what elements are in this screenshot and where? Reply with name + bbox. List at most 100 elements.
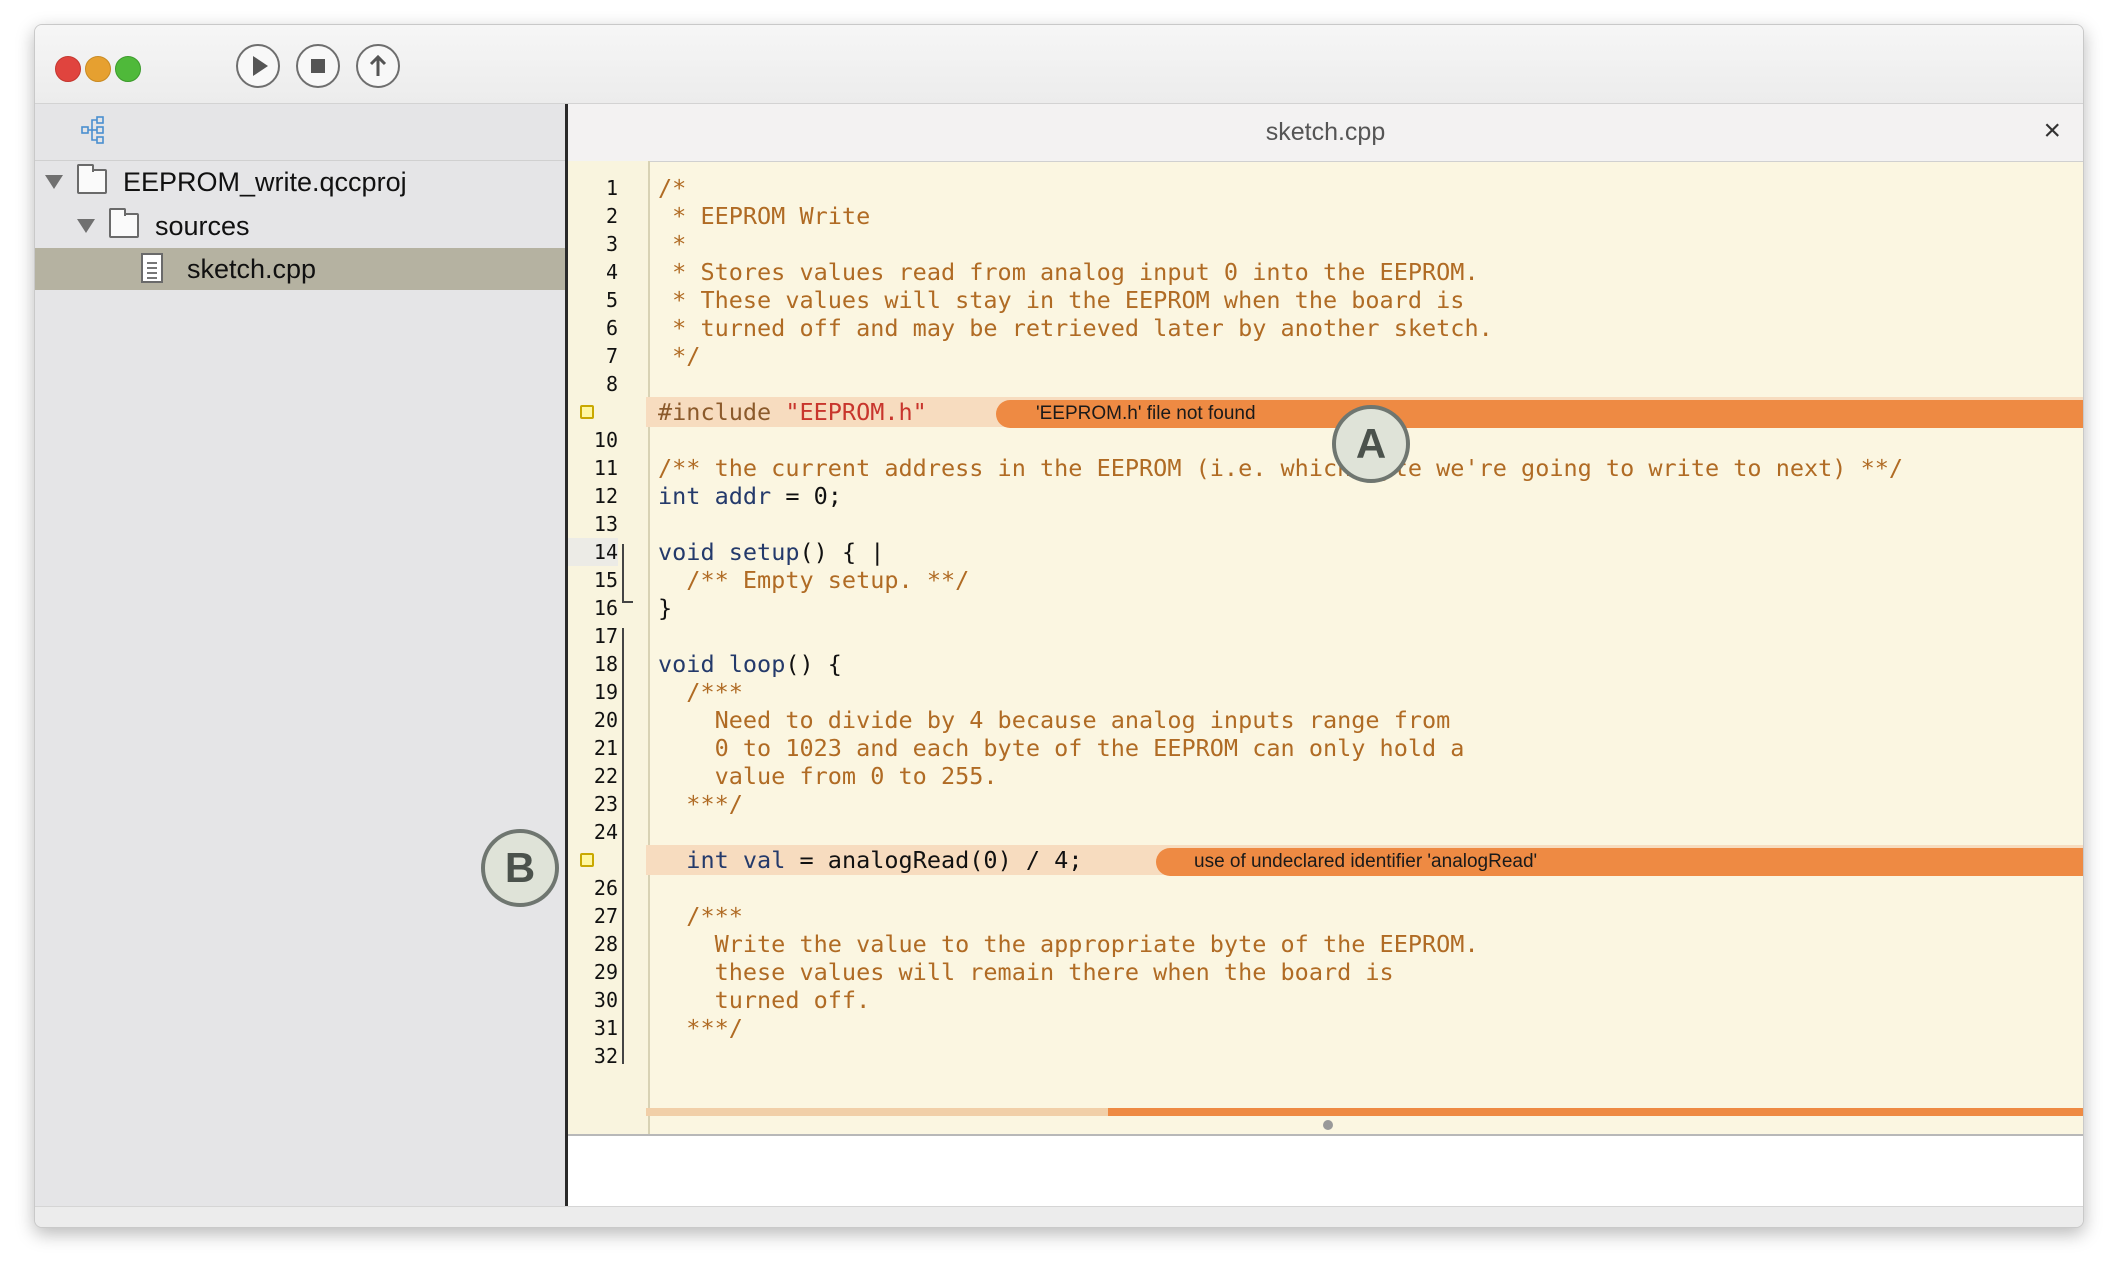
line-number: 30 xyxy=(593,988,618,1012)
stop-icon xyxy=(311,59,325,73)
code-line[interactable]: * Stores values read from analog input 0… xyxy=(658,258,1478,286)
tab-sketch-cpp[interactable]: sketch.cpp xyxy=(568,118,2083,147)
editor-tab-bar: sketch.cpp × xyxy=(568,104,2083,162)
error-message: 'EEPROM.h' file not found xyxy=(1036,403,1256,424)
close-tab-icon[interactable]: × xyxy=(2043,114,2061,148)
keyword: int xyxy=(658,482,701,510)
stop-button[interactable] xyxy=(296,44,340,88)
project-navigator: EEPROM_write.qccproj sources sketch.cpp xyxy=(35,104,568,1206)
tree-item-sketch-cpp[interactable]: sketch.cpp xyxy=(35,248,565,290)
code-line[interactable]: * xyxy=(658,230,686,258)
identifier: val xyxy=(742,846,786,874)
code-text: = 0; xyxy=(771,482,842,510)
line-number: 1 xyxy=(605,176,618,200)
callout-b: B xyxy=(481,829,559,907)
warning-icon[interactable] xyxy=(580,405,594,419)
line-number-current: 14 xyxy=(568,538,618,566)
line-number: 10 xyxy=(593,428,618,452)
line-number: 13 xyxy=(593,512,618,536)
code-line[interactable]: /** the current address in the EEPROM (i… xyxy=(658,454,1903,482)
line-number: 23 xyxy=(593,792,618,816)
code-line[interactable]: turned off. xyxy=(658,986,871,1014)
line-number: 24 xyxy=(593,820,618,844)
identifier: addr xyxy=(714,482,772,510)
code-line[interactable]: these values will remain there when the … xyxy=(658,958,1394,986)
line-number: 8 xyxy=(605,372,618,396)
project-tree-icon[interactable] xyxy=(81,115,107,145)
disclosure-triangle-icon[interactable] xyxy=(77,219,95,233)
code-line[interactable]: /*** xyxy=(658,678,743,706)
keyword: void xyxy=(658,650,715,678)
zoom-window-button[interactable] xyxy=(115,56,141,82)
line-number: 6 xyxy=(605,316,618,340)
callout-a: A xyxy=(1332,405,1410,483)
line-number: 22 xyxy=(593,764,618,788)
code-line[interactable]: Need to divide by 4 because analog input… xyxy=(658,706,1451,734)
code-line[interactable]: } xyxy=(658,594,672,622)
code-editor: sketch.cpp × 1 2 3 4 5 6 7 8 10 11 12 13… xyxy=(568,104,2083,1208)
line-number: 5 xyxy=(605,288,618,312)
code-line-include[interactable]: #include "EEPROM.h" xyxy=(658,398,927,426)
line-number: 31 xyxy=(593,1016,618,1040)
console-pane[interactable] xyxy=(568,1134,2083,1208)
line-number: 26 xyxy=(593,876,618,900)
line-number: 12 xyxy=(593,484,618,508)
minimize-window-button[interactable] xyxy=(85,56,111,82)
line-number: 28 xyxy=(593,932,618,956)
line-number: 27 xyxy=(593,904,618,928)
tree-item-project[interactable]: EEPROM_write.qccproj xyxy=(35,161,565,203)
line-number: 17 xyxy=(593,624,618,648)
warning-icon[interactable] xyxy=(580,853,594,867)
line-number: 29 xyxy=(593,960,618,984)
function-name: loop xyxy=(728,650,786,678)
code-line[interactable]: ***/ xyxy=(658,1014,743,1042)
close-window-button[interactable] xyxy=(55,56,81,82)
toolbar xyxy=(35,25,2083,104)
include-string: "EEPROM.h" xyxy=(785,398,927,426)
preprocessor-directive: #include xyxy=(658,398,772,426)
code-line[interactable]: */ xyxy=(658,342,700,370)
tree-item-sources[interactable]: sources xyxy=(35,205,565,247)
code-line[interactable]: /*** xyxy=(658,902,743,930)
line-number: 3 xyxy=(605,232,618,256)
keyword: void xyxy=(658,538,715,566)
upload-icon xyxy=(369,54,387,76)
line-number: 2 xyxy=(605,204,618,228)
line-number: 16 xyxy=(593,596,618,620)
tree-item-label: sources xyxy=(155,211,250,241)
code-line[interactable]: 0 to 1023 and each byte of the EEPROM ca… xyxy=(658,734,1465,762)
code-fold-marker[interactable] xyxy=(622,544,633,603)
error-banner[interactable]: use of undeclared identifier 'analogRead… xyxy=(1156,848,2083,876)
status-bar xyxy=(35,1206,2083,1227)
code-line-addr[interactable]: int addr = 0; xyxy=(658,482,842,510)
splitter-handle[interactable] xyxy=(1323,1120,1333,1130)
code-line[interactable]: * turned off and may be retrieved later … xyxy=(658,314,1493,342)
code-line[interactable]: Write the value to the appropriate byte … xyxy=(658,930,1479,958)
code-line[interactable]: * These values will stay in the EEPROM w… xyxy=(658,286,1464,314)
error-banner[interactable]: 'EEPROM.h' file not found xyxy=(996,400,2083,428)
code-line[interactable]: ***/ xyxy=(658,790,743,818)
folder-icon xyxy=(77,164,107,194)
file-icon xyxy=(141,253,163,283)
code-line[interactable]: value from 0 to 255. xyxy=(658,762,998,790)
tree-item-label: sketch.cpp xyxy=(187,254,317,284)
line-number: 21 xyxy=(593,736,618,760)
line-number: 18 xyxy=(593,652,618,676)
code-line-val[interactable]: int val = analogRead(0) / 4; xyxy=(658,846,1082,874)
navigator-header xyxy=(35,104,565,161)
code-line-loop[interactable]: void loop() { xyxy=(658,650,842,678)
upload-button[interactable] xyxy=(356,44,400,88)
line-number: 7 xyxy=(605,344,618,368)
error-message: use of undeclared identifier 'analogRead… xyxy=(1194,851,1538,872)
disclosure-triangle-icon[interactable] xyxy=(45,175,63,189)
code-fold-marker[interactable] xyxy=(622,628,633,1064)
line-number: 4 xyxy=(605,260,618,284)
run-button[interactable] xyxy=(236,44,280,88)
ide-window: EEPROM_write.qccproj sources sketch.cpp … xyxy=(34,24,2084,1228)
code-line[interactable]: /* xyxy=(658,174,686,202)
code-line-setup[interactable]: void setup() { | xyxy=(658,538,884,566)
code-line[interactable]: * EEPROM Write xyxy=(658,202,870,230)
function-name: setup xyxy=(728,538,800,566)
code-line[interactable]: /** Empty setup. **/ xyxy=(658,566,969,594)
line-number: 32 xyxy=(593,1044,618,1068)
